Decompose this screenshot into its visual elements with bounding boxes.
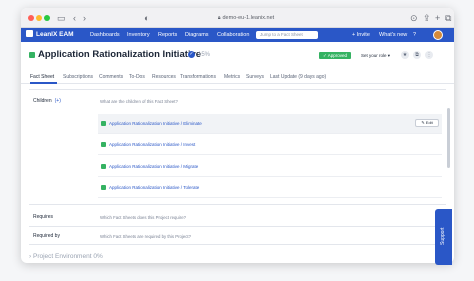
app-navbar: LeanIX EAM Dashboards Inventory Reports … — [21, 28, 454, 42]
chevron-down-icon: ▾ — [387, 53, 391, 58]
browser-chrome: ▭ ‹ › ◐ 🔒︎ demo-eu-1.leanix.net ⊙ ⇪ + ⧉ — [21, 8, 454, 28]
shield-icon: ◐ — [144, 13, 150, 23]
children-label: Children (+) — [33, 98, 61, 105]
project-type-icon — [29, 52, 35, 58]
address-bar[interactable]: 🔒︎ demo-eu-1.leanix.net — [191, 12, 301, 24]
support-label: Support — [440, 227, 446, 245]
avatar[interactable] — [433, 30, 443, 40]
scrollbar[interactable] — [447, 108, 450, 168]
more-options-icon[interactable]: ⋮ — [425, 51, 433, 59]
requires-helper-text: Which Fact Sheets does this Project requ… — [100, 215, 186, 220]
tab-metrics[interactable]: Metrics — [224, 73, 240, 81]
required-by-label: Required by — [33, 233, 60, 239]
minimize-window-button[interactable] — [36, 15, 42, 21]
forward-arrow-icon[interactable]: › — [83, 12, 86, 24]
tab-comments[interactable]: Comments — [99, 73, 123, 81]
check-icon: ✓ — [188, 51, 195, 58]
browser-window: ▭ ‹ › ◐ 🔒︎ demo-eu-1.leanix.net ⊙ ⇪ + ⧉ L… — [21, 8, 454, 263]
tab-todos[interactable]: To-Dos — [129, 73, 145, 81]
divider — [29, 204, 446, 205]
completion-percent: 15% — [198, 52, 211, 58]
list-item[interactable]: Application Rationalization Initiative /… — [98, 178, 442, 198]
subscribe-icon[interactable]: ★ — [401, 51, 409, 59]
page-title: Application Rationalization Initiative — [38, 49, 202, 60]
url-text: demo-eu-1.leanix.net — [222, 15, 275, 21]
section-title: Project Environment — [32, 253, 92, 260]
role-dropdown[interactable]: Set your role ▾ — [361, 51, 390, 60]
child-link[interactable]: Application Rationalization Initiative /… — [109, 184, 199, 191]
section-header-project-environment[interactable]: › Project Environment 0% — [29, 252, 103, 261]
nav-dashboards[interactable]: Dashboards — [90, 31, 120, 39]
required-by-helper-text: Which Fact Sheets are required by this P… — [100, 234, 191, 239]
nav-reports[interactable]: Reports — [158, 31, 177, 39]
role-label: Set your role — [361, 53, 387, 58]
copy-icon[interactable]: ⧉ — [413, 51, 421, 59]
nav-inventory[interactable]: Inventory — [127, 31, 150, 39]
whats-new-button[interactable]: What's new — [379, 31, 407, 39]
children-helper-text: What are the children of this Fact Sheet… — [100, 99, 178, 104]
edit-button[interactable]: ✎ Edit — [415, 119, 439, 127]
child-link[interactable]: Application Rationalization Initiative /… — [109, 163, 198, 170]
edit-label: Edit — [425, 120, 433, 125]
tab-resources[interactable]: Resources — [152, 73, 176, 81]
share-icon[interactable]: ⇪ — [423, 12, 431, 24]
tab-fact-sheet[interactable]: Fact Sheet — [30, 73, 54, 81]
section-completion: 0% — [93, 253, 103, 260]
support-button[interactable]: Support — [435, 209, 452, 265]
children-label-text: Children — [33, 98, 52, 104]
new-tab-icon[interactable]: + — [435, 12, 440, 24]
project-icon — [101, 121, 106, 126]
status-label: Approved — [327, 53, 348, 58]
sidebar-toggle-icon[interactable]: ▭ — [57, 12, 66, 24]
project-icon — [101, 142, 106, 147]
tab-overview-icon[interactable]: ⧉ — [445, 12, 451, 24]
divider — [29, 244, 446, 245]
brand-name: LeanIX EAM — [36, 31, 74, 39]
close-window-button[interactable] — [28, 15, 34, 21]
help-icon[interactable]: ? — [413, 31, 416, 39]
download-icon[interactable]: ⊙ — [410, 12, 418, 24]
maximize-window-button[interactable] — [44, 15, 50, 21]
factsheet-header: Application Rationalization Initiative ✓… — [21, 42, 454, 72]
child-link[interactable]: Application Rationalization Initiative /… — [109, 120, 202, 127]
factsheet-content: Children (+) What are the children of thi… — [21, 84, 454, 263]
lock-icon: 🔒︎ — [217, 15, 221, 21]
search-input[interactable]: Jump to a Fact Sheet — [256, 31, 318, 39]
project-icon — [101, 185, 106, 190]
nav-diagrams[interactable]: Diagrams — [185, 31, 209, 39]
divider — [29, 89, 446, 90]
divider — [29, 226, 446, 227]
list-item[interactable]: Application Rationalization Initiative /… — [98, 135, 442, 155]
leanix-logo-icon — [26, 30, 33, 37]
add-child-icon[interactable]: (+) — [55, 98, 61, 104]
invite-button[interactable]: + Invite — [352, 31, 370, 39]
child-link[interactable]: Application Rationalization Initiative /… — [109, 141, 195, 148]
list-item[interactable]: Application Rationalization Initiative /… — [98, 114, 442, 134]
factsheet-tabs: Fact Sheet Subscriptions Comments To-Dos… — [21, 70, 454, 84]
tab-transformations[interactable]: Transformations — [180, 73, 216, 81]
status-badge[interactable]: ✓ Approved — [319, 52, 352, 59]
list-item[interactable]: Application Rationalization Initiative /… — [98, 157, 442, 177]
requires-label: Requires — [33, 214, 54, 220]
tab-surveys[interactable]: Surveys — [246, 73, 264, 81]
back-arrow-icon[interactable]: ‹ — [73, 12, 76, 24]
nav-collaboration[interactable]: Collaboration — [217, 31, 249, 39]
tab-subscriptions[interactable]: Subscriptions — [63, 73, 93, 81]
tab-last-update[interactable]: Last Update (9 days ago) — [270, 73, 326, 81]
app-logo[interactable]: LeanIX EAM — [26, 30, 74, 39]
project-icon — [101, 164, 106, 169]
